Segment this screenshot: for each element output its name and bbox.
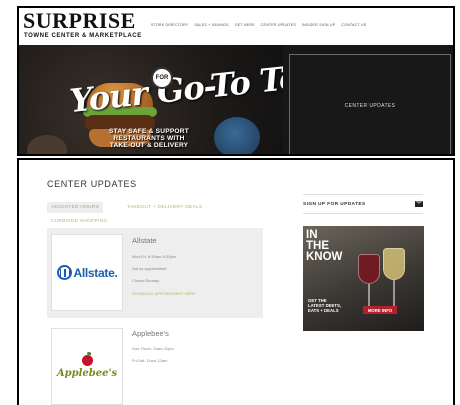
hero-food-decor (27, 135, 67, 154)
applebees-logo[interactable]: Applebee's (51, 328, 123, 405)
listing-hours: Sun-Thurs: 11am-11pm (132, 346, 174, 351)
hero-tagline: STAY SAFE & SUPPORT RESTAURANTS WITH TAK… (99, 128, 199, 149)
hero-banner: Your Go-To To-Go FOR STAY SAFE & SUPPORT… (19, 45, 453, 154)
apple-icon (81, 351, 93, 366)
center-updates-panel[interactable]: CENTER UPDATES (289, 54, 451, 154)
hero-tagline-line: TAKE-OUT & DELIVERY (109, 142, 189, 149)
signup-updates-button[interactable]: SIGN UP FOR UPDATES (303, 194, 423, 214)
top-screenshot: SURPRISE TOWNE CENTER & MARKETPLACE STOR… (17, 6, 455, 156)
wine-glass-graphic (358, 254, 380, 284)
listing-hours: Mon-Fri: 8:30am-5:30pm (132, 254, 177, 259)
site-logo-tagline: TOWNE CENTER & MARKETPLACE (24, 33, 142, 39)
center-updates-panel-label: CENTER UPDATES (344, 102, 396, 109)
hero-image[interactable]: Your Go-To To-Go FOR STAY SAFE & SUPPORT… (19, 45, 283, 154)
list-item: Applebee's Applebee's Sun-Thurs: 11am-11… (47, 326, 263, 405)
bottom-screenshot: CENTER UPDATES ADJUSTED HOURS TAKEOUT + … (17, 158, 455, 405)
allstate-wordmark: Allstate. (73, 265, 118, 280)
more-info-label: MORE INFO (367, 307, 393, 313)
site-logo[interactable]: SURPRISE (23, 10, 136, 32)
allstate-logo[interactable]: Allstate. (51, 234, 123, 311)
listing-name: Allstate (132, 236, 157, 245)
schedule-appointment-link[interactable]: SCHEDULE APPOINTMENT HERE (132, 291, 196, 296)
site-header: SURPRISE TOWNE CENTER & MARKETPLACE STOR… (19, 8, 453, 45)
nav-sales-savings[interactable]: SALES + SAVINGS (194, 23, 228, 27)
nav-store-directory[interactable]: STORE DIRECTORY (151, 23, 188, 27)
ad-body: GET THE LATEST DEETS, EATS + DEALS (308, 298, 358, 313)
listing-hours: Closed Sunday (132, 278, 160, 283)
main-nav: STORE DIRECTORY SALES + SAVINGS GET HERE… (151, 23, 366, 27)
hero-tagline-line: STAY SAFE & SUPPORT (109, 128, 189, 135)
nav-insider-sign-up[interactable]: INSIDER SIGN UP (302, 23, 335, 27)
list-item: Allstate. Allstate Mon-Fri: 8:30am-5:30p… (47, 228, 263, 318)
more-info-button[interactable]: MORE INFO (363, 306, 397, 314)
nav-center-updates[interactable]: CENTER UPDATES (261, 23, 296, 27)
listing-hours: Sat by appointment (132, 266, 167, 271)
for-badge-label: FOR (155, 75, 169, 81)
applebees-wordmark: Applebee's (56, 367, 118, 379)
listing-name: Applebee's (132, 329, 169, 338)
hero-tagline-line: RESTAURANTS WITH (113, 135, 185, 142)
in-the-know-ad[interactable]: IN THE KNOW GET THE LATEST DEETS, EATS +… (303, 226, 424, 331)
wine-glass-graphic (383, 248, 405, 280)
allstate-hands-icon (56, 265, 72, 280)
ad-body-line: EATS + DEALS (308, 308, 339, 313)
ad-headline: IN THE KNOW (306, 229, 343, 263)
nav-contact-us[interactable]: CONTACT US (341, 23, 366, 27)
drink-graphic (214, 117, 260, 154)
tab-takeout-delivery-deals[interactable]: TAKEOUT + DELIVERY DEALS (127, 205, 203, 210)
ad-headline-line: KNOW (306, 251, 343, 263)
nav-get-here[interactable]: GET HERE (235, 23, 255, 27)
listing-hours: Fri-Sat: 11am-12am (132, 358, 168, 363)
tab-adjusted-hours[interactable]: ADJUSTED HOURS (47, 202, 104, 213)
envelope-icon (415, 201, 423, 207)
page-title: CENTER UPDATES (47, 179, 137, 189)
tab-curbside-shopping[interactable]: CURBSIDE SHOPPING (51, 219, 108, 224)
for-badge: FOR (151, 67, 173, 89)
signup-label: SIGN UP FOR UPDATES (303, 202, 366, 207)
hero-script-title: Your Go-To To-Go (67, 51, 283, 121)
